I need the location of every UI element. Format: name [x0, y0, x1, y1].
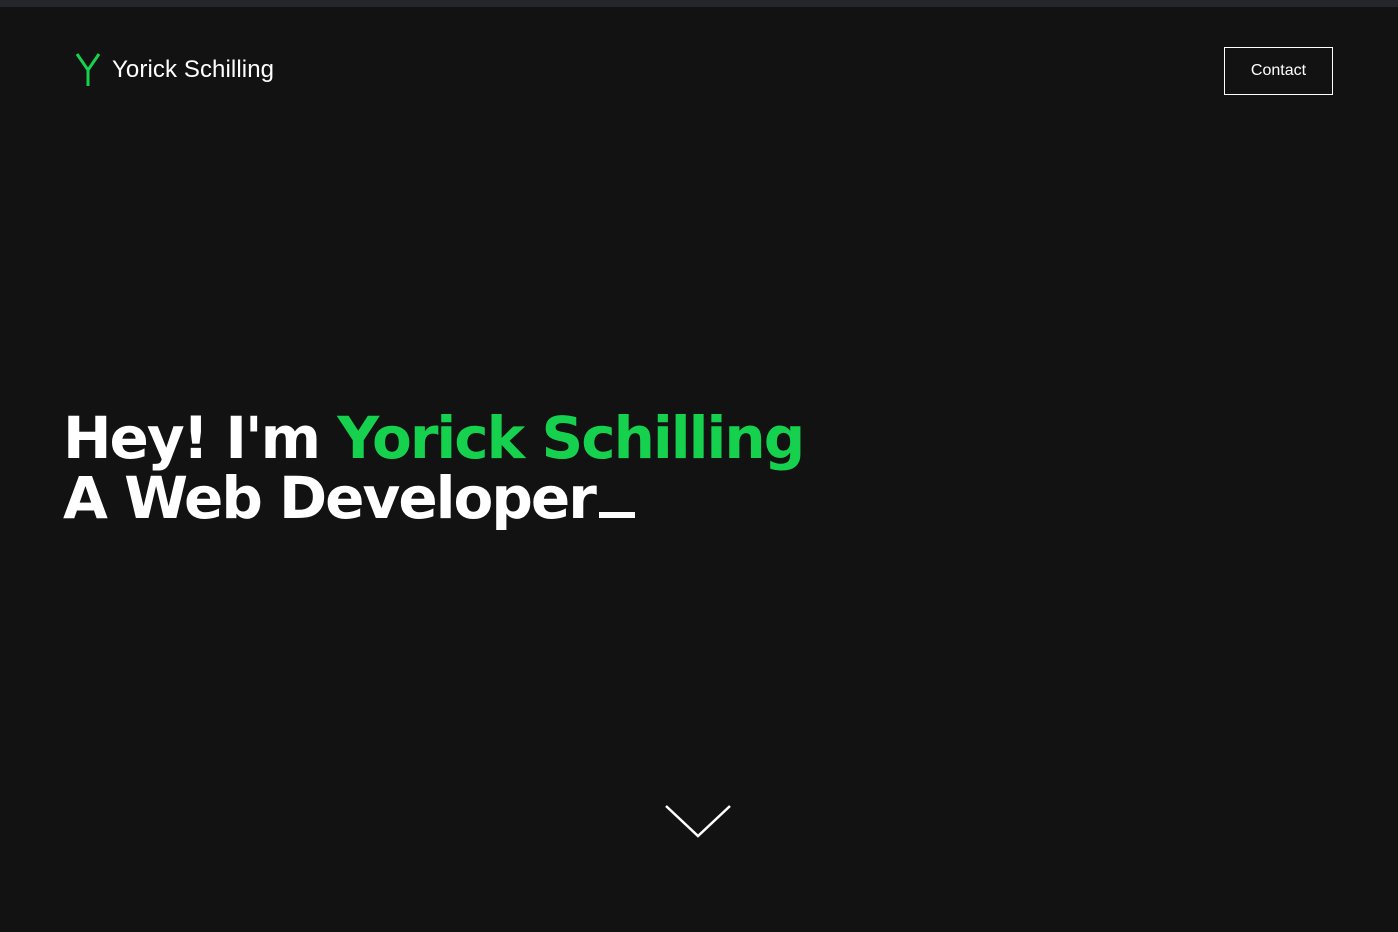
brand-logo-link[interactable]: Yorick Schilling	[74, 52, 274, 88]
chevron-down-icon[interactable]	[664, 802, 732, 842]
hero-role: A Web Developer	[63, 464, 597, 532]
page: Yorick Schilling Contact Hey! I'm Yorick…	[0, 0, 1398, 932]
hero-role-line: A Web Developer	[63, 468, 803, 528]
hero-heading: Hey! I'm Yorick Schilling A Web Develope…	[63, 408, 805, 528]
typing-cursor	[598, 512, 635, 518]
brand-name: Yorick Schilling	[112, 56, 275, 83]
hero-name: Yorick Schilling	[337, 404, 805, 472]
contact-button[interactable]: Contact	[1224, 47, 1333, 95]
hero-greeting: Hey! I'm	[63, 404, 338, 472]
hero-greeting-line: Hey! I'm Yorick Schilling	[63, 408, 805, 468]
y-logo-icon	[75, 53, 101, 86]
browser-top-strip	[0, 0, 1398, 7]
